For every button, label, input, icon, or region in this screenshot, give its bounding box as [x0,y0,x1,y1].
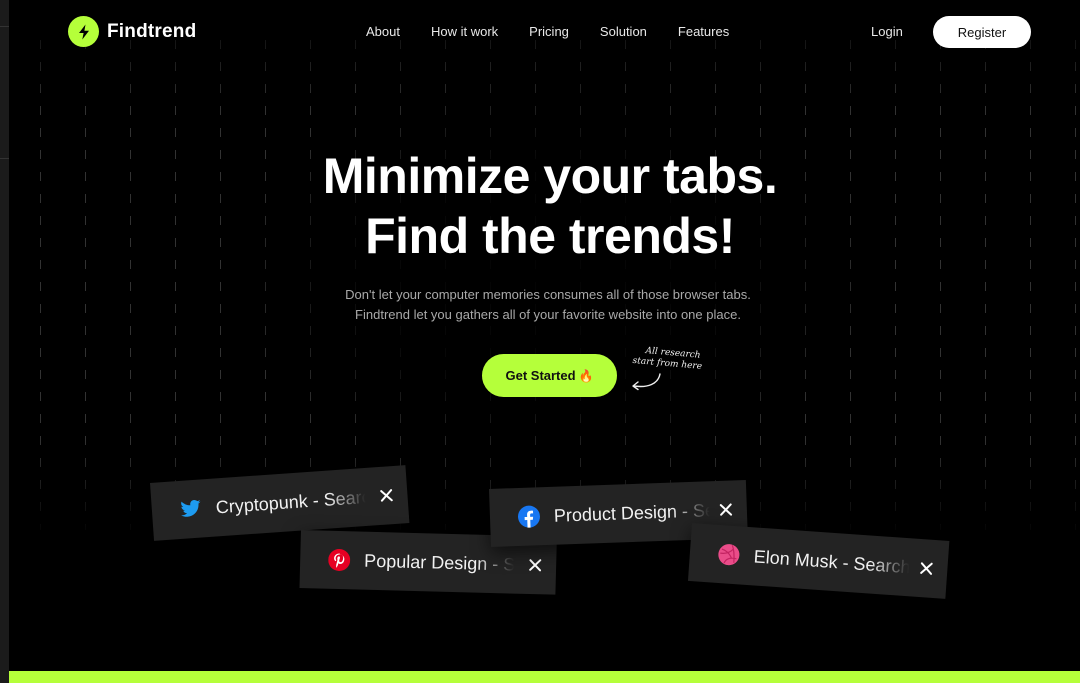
tab-title: Cryptopunk - Search [215,486,367,517]
nav-item-pricing[interactable]: Pricing [529,24,569,39]
pinterest-icon [328,549,351,572]
fire-icon: 🔥 [578,368,594,383]
close-icon[interactable] [528,558,542,572]
hero-title: Minimize your tabs. Find the trends! [0,146,1080,266]
hero-subtitle-line-1: Don't let your computer memories consume… [345,287,751,302]
brand-logo[interactable]: Findtrend [68,16,196,47]
register-button[interactable]: Register [933,16,1031,48]
landing-page: Findtrend About How it work Pricing Solu… [0,0,1080,683]
login-link[interactable]: Login [871,24,903,39]
facebook-icon [517,505,541,528]
nav-item-features[interactable]: Features [678,24,729,39]
bottom-accent-bar [9,671,1080,683]
twitter-icon [179,497,202,520]
tab-title: Elon Musk - Search [753,545,911,577]
hero-subtitle: Don't let your computer memories consume… [0,285,1080,325]
tab-title: Product Design - Search [553,499,711,526]
nav-item-about[interactable]: About [366,24,400,39]
nav-item-solution[interactable]: Solution [600,24,647,39]
hero-subtitle-line-2: Findtrend let you gathers all of your fa… [355,307,741,322]
hero-title-line-2: Find the trends! [365,208,735,264]
lightning-bolt-icon [68,16,99,47]
hero-title-line-1: Minimize your tabs. [322,148,778,204]
close-icon[interactable] [919,561,934,576]
nav-item-how-it-work[interactable]: How it work [431,24,498,39]
dribbble-icon [717,543,740,566]
curved-arrow-icon [632,373,661,391]
close-icon[interactable] [719,503,733,517]
main-nav: About How it work Pricing Solution Featu… [366,24,760,39]
close-icon[interactable] [379,488,394,503]
window-edge-strip [0,0,9,683]
tab-title: Popular Design - Search [363,550,515,576]
get-started-label: Get Started [505,368,576,383]
get-started-button[interactable]: Get Started 🔥 [482,354,617,397]
brand-name: Findtrend [107,20,197,42]
